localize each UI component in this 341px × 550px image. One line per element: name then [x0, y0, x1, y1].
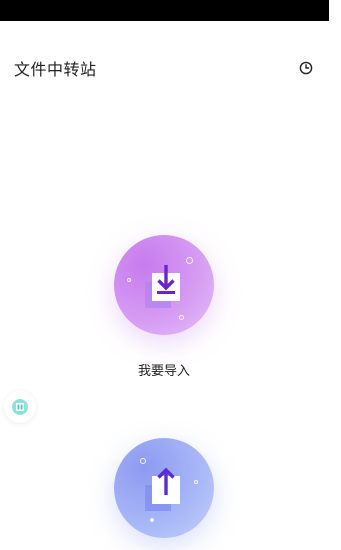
import-label: 我要导入	[137, 364, 190, 379]
history-button[interactable]	[295, 57, 317, 79]
download-arrow-icon	[145, 265, 180, 308]
clock-icon	[299, 61, 313, 75]
header: 文件中转站	[0, 50, 341, 86]
upload-arrow-icon	[145, 467, 180, 511]
floating-assistant-button[interactable]	[4, 391, 36, 423]
export-button[interactable]	[114, 438, 214, 538]
file-transfer-page: 文件中转站 我要导入	[0, 0, 341, 550]
page-title: 文件中转站	[14, 60, 97, 79]
status-bar	[0, 0, 329, 21]
import-button[interactable]	[114, 235, 214, 335]
app-icon	[12, 399, 28, 415]
